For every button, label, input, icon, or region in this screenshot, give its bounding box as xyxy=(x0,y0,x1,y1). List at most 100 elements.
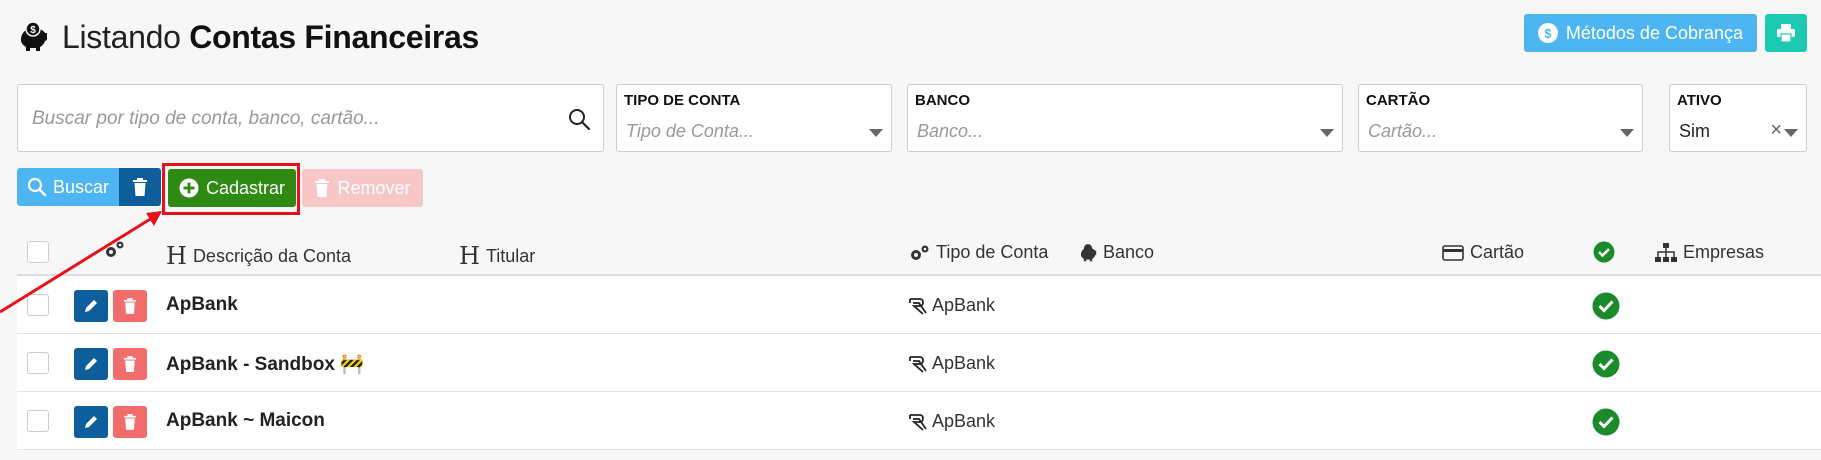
chevron-down-icon xyxy=(1620,129,1634,137)
row-descricao: ApBank xyxy=(166,294,238,315)
table-row[interactable]: ApBank - Sandbox 🚧 ApBank xyxy=(17,334,1821,392)
pencil-icon xyxy=(85,358,97,370)
metodos-cobranca-label: Métodos de Cobrança xyxy=(1565,22,1743,43)
ativo-value: Sim xyxy=(1679,121,1710,141)
clear-filters-button[interactable] xyxy=(119,168,162,206)
apbank-logo-icon xyxy=(909,355,927,373)
check-circle-icon xyxy=(1592,350,1620,378)
cartao-select[interactable]: CARTÃO Cartão... xyxy=(1358,84,1643,152)
actions-column-header xyxy=(102,240,126,260)
chevron-down-icon xyxy=(1784,129,1798,137)
empresas-column-header[interactable]: Empresas xyxy=(1655,242,1764,263)
plus-circle-icon xyxy=(179,178,199,198)
tipo-conta-placeholder: Tipo de Conta... xyxy=(626,121,754,141)
accounts-table: H Descrição da Conta H Titular Tipo de C… xyxy=(17,230,1821,450)
banco-placeholder: Banco... xyxy=(917,121,984,141)
descricao-column-header[interactable]: H Descrição da Conta xyxy=(166,242,351,270)
search-box xyxy=(17,84,604,152)
trash-icon xyxy=(315,179,330,197)
sitemap-icon xyxy=(1655,242,1677,262)
metodos-cobranca-button[interactable]: $ Métodos de Cobrança xyxy=(1523,14,1757,52)
edit-button[interactable] xyxy=(74,348,108,380)
gears-icon xyxy=(106,241,124,257)
print-button[interactable] xyxy=(1765,14,1807,52)
page-title: Listando Contas Financeiras xyxy=(62,19,479,56)
buscar-label: Buscar xyxy=(53,176,110,197)
table-row[interactable]: ApBank ~ Maicon ApBank xyxy=(17,392,1821,450)
page-title-main: Contas Financeiras xyxy=(189,18,479,55)
select-all-checkbox[interactable] xyxy=(27,241,49,263)
banco-column-label: Banco xyxy=(1103,242,1155,262)
search-icon[interactable] xyxy=(567,107,591,131)
page-title-prefix: Listando xyxy=(62,18,181,55)
check-circle-icon xyxy=(1593,241,1615,263)
delete-button[interactable] xyxy=(113,290,147,322)
ativo-column-header[interactable] xyxy=(1593,241,1615,263)
cartao-column-header[interactable]: Cartão xyxy=(1442,242,1524,263)
delete-button[interactable] xyxy=(113,406,147,438)
gears-icon xyxy=(911,245,929,260)
row-checkbox[interactable] xyxy=(27,410,49,432)
apbank-logo-icon xyxy=(909,413,927,431)
heading-icon: H xyxy=(459,242,480,270)
dollar-coin-icon: $ xyxy=(1537,23,1558,43)
ativo-label: ATIVO xyxy=(1677,92,1722,109)
trash-icon xyxy=(123,356,137,372)
search-input[interactable] xyxy=(32,105,552,133)
remover-button[interactable]: Remover xyxy=(302,169,423,207)
ativo-select[interactable]: ATIVO Sim × xyxy=(1669,84,1807,152)
cartao-placeholder: Cartão... xyxy=(1368,121,1438,141)
banco-column-header[interactable]: Banco xyxy=(1079,242,1154,263)
row-descricao: ApBank ~ Maicon xyxy=(166,410,325,431)
row-tipo-label: ApBank xyxy=(932,353,996,373)
cadastrar-label: Cadastrar xyxy=(205,177,286,198)
row-checkbox[interactable] xyxy=(27,294,49,316)
table-row[interactable]: ApBank ApBank xyxy=(17,276,1821,334)
chevron-down-icon xyxy=(869,129,883,137)
cartao-column-label: Cartão xyxy=(1470,242,1525,262)
search-icon xyxy=(27,177,47,197)
row-tipo-label: ApBank xyxy=(932,411,996,431)
row-checkbox[interactable] xyxy=(27,352,49,374)
pencil-icon xyxy=(85,416,97,428)
cadastrar-button[interactable]: Cadastrar xyxy=(168,169,296,207)
credit-card-icon xyxy=(1442,244,1464,261)
top-actions: $ Métodos de Cobrança xyxy=(1523,14,1807,52)
action-row: Buscar xyxy=(17,168,162,206)
trash-icon xyxy=(123,298,137,314)
tipo-conta-label: TIPO DE CONTA xyxy=(624,92,741,109)
heading-icon: H xyxy=(166,242,187,270)
table-header: H Descrição da Conta H Titular Tipo de C… xyxy=(17,230,1821,276)
titular-column-header[interactable]: H Titular xyxy=(459,242,535,270)
row-tipo: ApBank xyxy=(908,353,995,374)
row-tipo: ApBank xyxy=(908,295,995,316)
edit-button[interactable] xyxy=(74,406,108,438)
row-tipo-label: ApBank xyxy=(932,295,996,315)
buscar-button[interactable]: Buscar xyxy=(17,168,120,206)
svg-text:$: $ xyxy=(30,25,36,36)
tipo-conta-select[interactable]: TIPO DE CONTA Tipo de Conta... xyxy=(616,84,892,152)
banco-select[interactable]: BANCO Banco... xyxy=(907,84,1343,152)
trash-icon xyxy=(133,178,148,196)
empresas-column-label: Empresas xyxy=(1683,242,1765,262)
print-icon xyxy=(1777,24,1795,42)
check-circle-icon xyxy=(1592,292,1620,320)
tipo-column-header[interactable]: Tipo de Conta xyxy=(908,242,1048,263)
pencil-icon xyxy=(85,300,97,312)
piggy-bank-icon: $ xyxy=(21,21,47,51)
delete-button[interactable] xyxy=(113,348,147,380)
row-descricao: ApBank - Sandbox 🚧 xyxy=(166,354,364,375)
filters-bar: TIPO DE CONTA Tipo de Conta... BANCO Ban… xyxy=(17,84,1807,152)
edit-button[interactable] xyxy=(74,290,108,322)
clear-icon[interactable]: × xyxy=(1770,119,1782,142)
chevron-down-icon xyxy=(1320,129,1334,137)
check-circle-icon xyxy=(1592,408,1620,436)
titular-column-label: Titular xyxy=(485,245,536,266)
piggy-bank-icon xyxy=(1080,243,1097,261)
tipo-column-label: Tipo de Conta xyxy=(936,242,1049,262)
page-header: $ Listando Contas Financeiras xyxy=(18,14,479,60)
apbank-logo-icon xyxy=(909,297,927,315)
row-tipo: ApBank xyxy=(908,411,995,432)
select-all-cell xyxy=(27,241,49,263)
cartao-label: CARTÃO xyxy=(1366,92,1431,109)
